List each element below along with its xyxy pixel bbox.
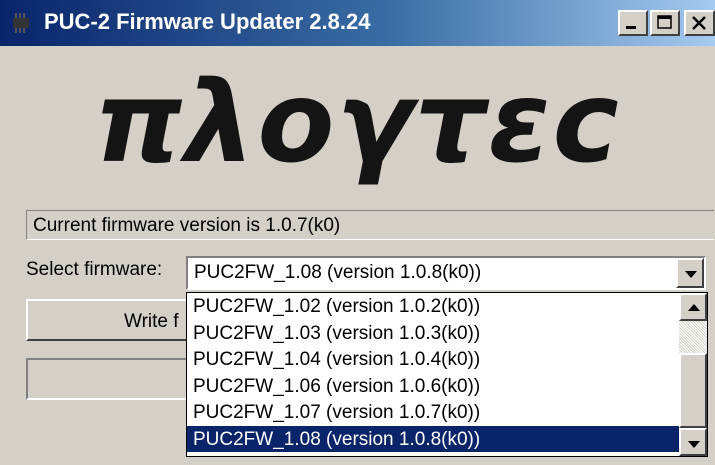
window-title: PUC-2 Firmware Updater 2.8.24 xyxy=(44,9,371,34)
dropdown-options: PUC2FW_1.02 (version 1.0.2(k0)) PUC2FW_1… xyxy=(187,293,679,452)
firmware-version-status: Current firmware version is 1.0.7(k0) xyxy=(26,210,714,240)
chevron-up-icon xyxy=(688,304,700,311)
dropdown-scrollbar[interactable] xyxy=(679,293,707,456)
scroll-up-button[interactable] xyxy=(679,293,707,321)
chevron-down-icon xyxy=(688,441,700,448)
dropdown-option[interactable]: PUC2FW_1.07 (version 1.0.7(k0)) xyxy=(187,399,679,426)
dropdown-option[interactable]: PUC2FW_1.03 (version 1.0.3(k0)) xyxy=(187,320,679,347)
option-label: PUC2FW_1.02 (version 1.0.2(k0)) xyxy=(193,296,481,317)
select-firmware-label: Select firmware: xyxy=(26,259,163,280)
close-button[interactable] xyxy=(684,10,715,36)
maximize-button[interactable] xyxy=(650,10,680,36)
combobox-dropdown-button[interactable] xyxy=(676,258,704,288)
close-icon xyxy=(692,16,706,30)
maximize-icon xyxy=(657,15,672,29)
option-label: PUC2FW_1.04 (version 1.0.4(k0)) xyxy=(193,349,481,370)
dropdown-option[interactable]: PUC2FW_1.02 (version 1.0.2(k0)) xyxy=(187,293,679,320)
firmware-dropdown-list[interactable]: PUC2FW_1.02 (version 1.0.2(k0)) PUC2FW_1… xyxy=(186,292,708,457)
option-label: PUC2FW_1.08 (version 1.0.8(k0)) xyxy=(193,428,481,450)
firmware-combobox[interactable]: PUC2FW_1.08 (version 1.0.8(k0)) xyxy=(186,256,706,290)
dropdown-option-selected[interactable]: PUC2FW_1.08 (version 1.0.8(k0)) xyxy=(187,425,679,452)
ploytec-logo: πλογτεc xyxy=(94,58,621,188)
scroll-down-button[interactable] xyxy=(679,428,707,456)
dropdown-option[interactable]: PUC2FW_1.04 (version 1.0.4(k0)) xyxy=(187,346,679,373)
title-bar[interactable]: PUC-2 Firmware Updater 2.8.24 xyxy=(0,0,715,46)
option-label: PUC2FW_1.03 (version 1.0.3(k0)) xyxy=(193,322,481,344)
combobox-value: PUC2FW_1.08 (version 1.0.8(k0)) xyxy=(194,262,482,283)
dropdown-option[interactable]: PUC2FW_1.06 (version 1.0.6(k0)) xyxy=(187,373,679,400)
minimize-icon xyxy=(626,26,636,29)
scroll-thumb[interactable] xyxy=(679,353,707,428)
minimize-button[interactable] xyxy=(618,10,648,36)
write-button-label: Write f xyxy=(124,311,179,332)
progress-bar xyxy=(26,358,196,400)
chip-icon xyxy=(13,13,29,33)
option-label: PUC2FW_1.07 (version 1.0.7(k0)) xyxy=(193,402,481,423)
option-label: PUC2FW_1.06 (version 1.0.6(k0)) xyxy=(193,375,481,397)
write-firmware-button[interactable]: Write f xyxy=(26,299,196,341)
chevron-down-icon xyxy=(685,271,697,278)
status-text: Current firmware version is 1.0.7(k0) xyxy=(33,215,341,236)
